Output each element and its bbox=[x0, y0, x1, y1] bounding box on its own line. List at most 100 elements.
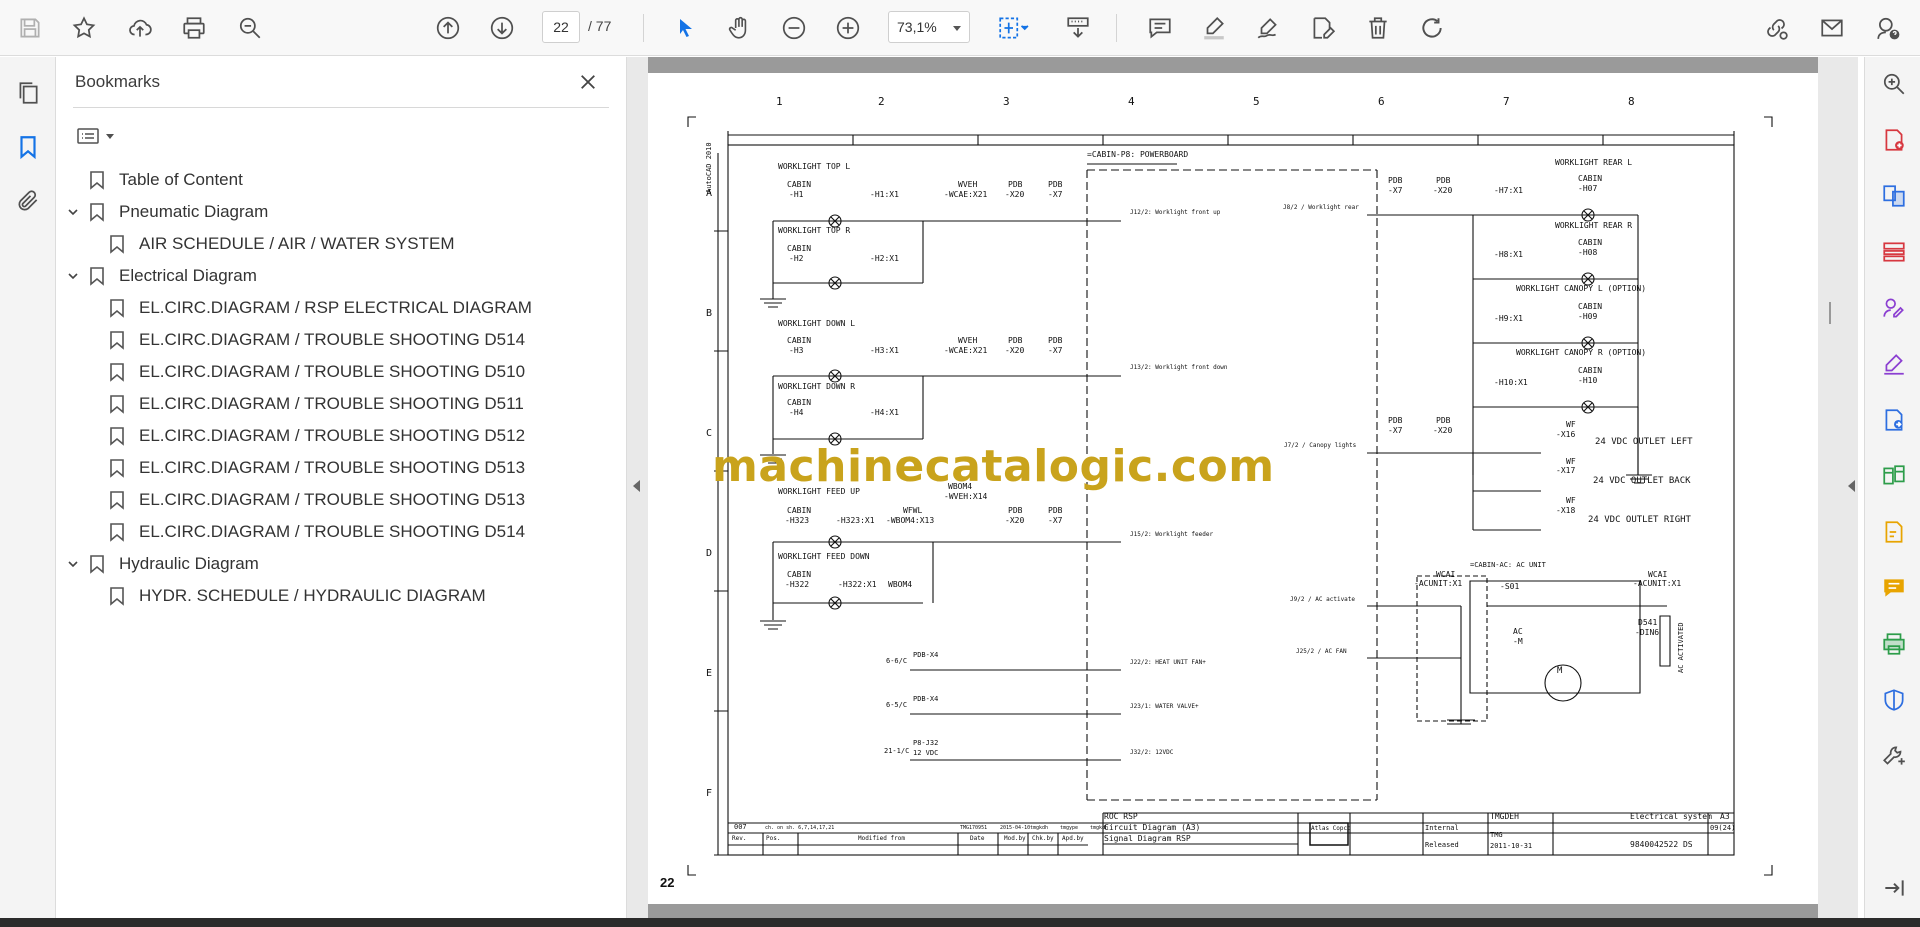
account-button[interactable] bbox=[1870, 10, 1906, 46]
delete-button[interactable] bbox=[1360, 10, 1396, 46]
bookmark-item[interactable]: EL.CIRC.DIAGRAM / TROUBLE SHOOTING D510 bbox=[85, 357, 525, 387]
zoom-in-button[interactable] bbox=[830, 10, 866, 46]
collapse-tools-button[interactable] bbox=[1879, 873, 1909, 903]
redo-button[interactable] bbox=[1414, 10, 1450, 46]
bookmark-item[interactable]: EL.CIRC.DIAGRAM / TROUBLE SHOOTING D514 bbox=[85, 325, 525, 355]
panel-resize-grip[interactable] bbox=[1829, 302, 1831, 324]
chevron-down-icon bbox=[953, 26, 961, 31]
add-pdf-icon bbox=[1885, 129, 1904, 151]
bookmark-item[interactable]: EL.CIRC.DIAGRAM / RSP ELECTRICAL DIAGRAM bbox=[85, 293, 532, 323]
bookmark-item[interactable]: EL.CIRC.DIAGRAM / TROUBLE SHOOTING D513 bbox=[85, 485, 525, 515]
fit-page-button[interactable] bbox=[990, 10, 1036, 46]
attachments-button[interactable] bbox=[12, 185, 44, 217]
close-panel-button[interactable] bbox=[575, 69, 601, 95]
edit-pdf-button[interactable] bbox=[1879, 517, 1909, 547]
bookmarks-panel-button[interactable] bbox=[12, 131, 44, 163]
zoom-tool-button[interactable] bbox=[1879, 69, 1909, 99]
share-link-button[interactable] bbox=[1758, 10, 1794, 46]
bookmark-label: EL.CIRC.DIAGRAM / TROUBLE SHOOTING D511 bbox=[139, 394, 524, 413]
more-tools-button[interactable] bbox=[1879, 741, 1909, 771]
trash-icon bbox=[1369, 17, 1387, 39]
comment-tool-button[interactable] bbox=[1879, 573, 1909, 603]
combine-files-button[interactable] bbox=[1879, 181, 1909, 211]
request-signature-button[interactable] bbox=[1879, 293, 1909, 323]
star-icon bbox=[72, 16, 96, 39]
hand-tool-button[interactable] bbox=[722, 10, 758, 46]
highlight-button[interactable] bbox=[1196, 10, 1232, 46]
page-number-label: 22 bbox=[660, 875, 675, 890]
bookmark-options-button[interactable] bbox=[75, 121, 127, 151]
bookmark-item[interactable]: EL.CIRC.DIAGRAM / TROUBLE SHOOTING D513 bbox=[85, 453, 525, 483]
create-pdf-button[interactable] bbox=[1879, 125, 1909, 155]
user-question-icon bbox=[1877, 17, 1900, 40]
collapse-left-panel-arrow-icon[interactable] bbox=[633, 480, 640, 492]
chevron-down-icon[interactable] bbox=[65, 204, 81, 220]
protect-button[interactable] bbox=[1879, 685, 1909, 715]
rotate-icon bbox=[1422, 18, 1442, 38]
bookmark-label: EL.CIRC.DIAGRAM / TROUBLE SHOOTING D510 bbox=[139, 362, 526, 381]
email-button[interactable] bbox=[1814, 10, 1850, 46]
wrench-plus-icon bbox=[1883, 746, 1905, 765]
bookmark-icon bbox=[89, 554, 105, 574]
page-number-input[interactable] bbox=[542, 11, 580, 43]
bookmark-icon bbox=[89, 170, 105, 190]
zoom-level-value: 73,1% bbox=[897, 19, 937, 35]
draw-button[interactable] bbox=[1250, 10, 1286, 46]
bookmark-item[interactable]: Electrical Diagram bbox=[65, 261, 257, 291]
bookmark-item[interactable]: EL.CIRC.DIAGRAM / TROUBLE SHOOTING D511 bbox=[85, 389, 524, 419]
chevron-down-icon[interactable] bbox=[65, 268, 81, 284]
watermark-text: machinecatalogic.com bbox=[712, 441, 1275, 492]
hand-icon bbox=[728, 16, 747, 39]
expand-right-panel-arrow-icon[interactable] bbox=[1848, 480, 1855, 492]
save-button[interactable] bbox=[12, 10, 48, 46]
link-share-icon bbox=[1767, 19, 1788, 40]
save-icon bbox=[20, 18, 40, 38]
compare-files-button[interactable] bbox=[1879, 461, 1909, 491]
chevron-down-icon[interactable] bbox=[65, 556, 81, 572]
bookmark-item[interactable]: Table of Content bbox=[65, 165, 243, 195]
find-button[interactable] bbox=[232, 10, 268, 46]
comment-bubble-icon bbox=[1884, 579, 1904, 597]
arrow-down-circle-icon bbox=[490, 16, 514, 40]
add-comment-button[interactable] bbox=[1142, 10, 1178, 46]
page-thumbnails-button[interactable] bbox=[12, 77, 44, 109]
bookmark-item[interactable]: EL.CIRC.DIAGRAM / TROUBLE SHOOTING D514 bbox=[85, 517, 525, 547]
plus-circle-icon bbox=[836, 16, 860, 40]
edit-pdf-icon bbox=[1885, 521, 1903, 543]
zoom-out-button[interactable] bbox=[776, 10, 812, 46]
bookmark-item[interactable]: AIR SCHEDULE / AIR / WATER SYSTEM bbox=[85, 229, 455, 259]
organize-pages-button[interactable] bbox=[1879, 237, 1909, 267]
scroll-mode-icon bbox=[1067, 17, 1089, 38]
bookmark-item[interactable]: HYDR. SCHEDULE / HYDRAULIC DIAGRAM bbox=[85, 581, 486, 611]
print-button[interactable] bbox=[176, 10, 212, 46]
bookmark-item[interactable]: EL.CIRC.DIAGRAM / TROUBLE SHOOTING D512 bbox=[85, 421, 525, 451]
bookmark-label: AIR SCHEDULE / AIR / WATER SYSTEM bbox=[139, 234, 455, 253]
previous-page-edge bbox=[648, 57, 1818, 73]
next-page-button[interactable] bbox=[484, 10, 520, 46]
scroll-mode-button[interactable] bbox=[1060, 10, 1096, 46]
upload-button[interactable] bbox=[122, 10, 158, 46]
compare-icon bbox=[1883, 465, 1905, 485]
bookmark-label: Hydraulic Diagram bbox=[119, 554, 259, 573]
bookmark-label: Table of Content bbox=[119, 170, 243, 189]
divider bbox=[73, 107, 609, 108]
zoom-level-select[interactable]: 73,1% bbox=[888, 11, 970, 43]
bookmark-item[interactable]: Hydraulic Diagram bbox=[65, 549, 259, 579]
bookmark-item[interactable]: Pneumatic Diagram bbox=[65, 197, 268, 227]
fill-sign-button[interactable] bbox=[1879, 349, 1909, 379]
scan-ocr-button[interactable] bbox=[1879, 629, 1909, 659]
window-bottom-edge bbox=[0, 918, 1920, 927]
pages-icon bbox=[19, 82, 38, 104]
edit-text-button[interactable] bbox=[1304, 10, 1340, 46]
bookmarks-panel: Bookmarks Table of Content Pneumatic Diag… bbox=[57, 57, 625, 927]
export-pdf-button[interactable] bbox=[1879, 405, 1909, 435]
previous-page-button[interactable] bbox=[430, 10, 466, 46]
bookmark-label: EL.CIRC.DIAGRAM / TROUBLE SHOOTING D514 bbox=[139, 330, 526, 349]
bookmark-star-button[interactable] bbox=[66, 10, 102, 46]
paperclip-icon bbox=[18, 190, 38, 211]
arrow-right-bar-icon bbox=[1885, 880, 1904, 896]
select-tool-button[interactable] bbox=[668, 10, 704, 46]
